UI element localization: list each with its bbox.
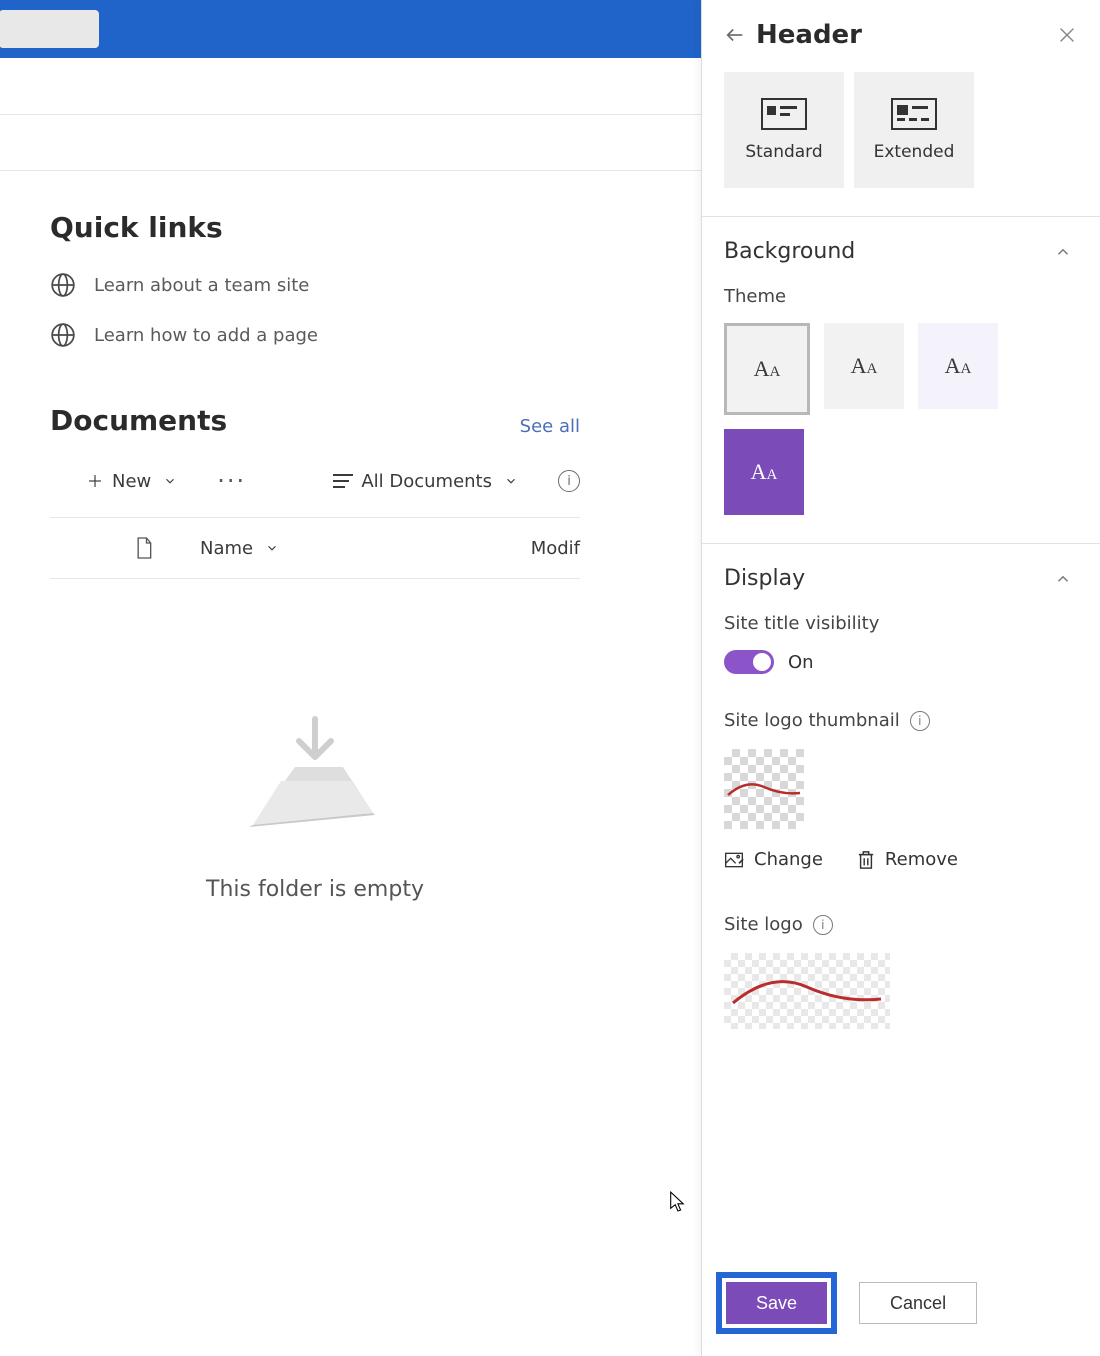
sitelogo-label: Site logo xyxy=(724,914,803,935)
section-title: Background xyxy=(724,239,855,264)
section-title: Display xyxy=(724,566,805,591)
chevron-down-icon xyxy=(163,474,177,488)
chevron-down-icon xyxy=(265,541,279,555)
save-button[interactable]: Save xyxy=(726,1282,827,1324)
layout-label: Extended xyxy=(874,142,955,162)
info-icon[interactable]: i xyxy=(813,915,833,935)
quicklink-label: Learn about a team site xyxy=(94,275,309,296)
column-name[interactable]: Name xyxy=(200,538,279,559)
column-modified[interactable]: Modif xyxy=(531,538,580,559)
more-actions-button[interactable]: ··· xyxy=(217,467,246,495)
quicklink-item[interactable]: Learn about a team site xyxy=(50,272,580,298)
change-label: Change xyxy=(754,849,823,870)
image-edit-icon xyxy=(724,851,744,869)
globe-icon xyxy=(50,322,76,348)
visibility-label: Site title visibility xyxy=(724,613,1078,634)
quicklink-item[interactable]: Learn how to add a page xyxy=(50,322,580,348)
back-arrow-icon[interactable] xyxy=(724,24,746,46)
chevron-up-icon xyxy=(1054,570,1072,588)
layout-extended[interactable]: Extended xyxy=(854,72,974,188)
trash-icon xyxy=(857,850,875,870)
visibility-toggle[interactable] xyxy=(724,650,774,674)
new-button[interactable]: New xyxy=(86,471,177,492)
empty-text: This folder is empty xyxy=(206,877,424,902)
layout-standard[interactable]: Standard xyxy=(724,72,844,188)
remove-logo-button[interactable]: Remove xyxy=(857,849,958,870)
table-header-row: Name Modif xyxy=(50,518,580,579)
section-background[interactable]: Background xyxy=(702,217,1100,270)
settings-panel: Header Standard Extended Background Them… xyxy=(701,0,1100,1356)
list-icon xyxy=(333,474,353,488)
search-input[interactable] xyxy=(0,10,99,48)
plus-icon xyxy=(86,472,104,490)
theme-option-4[interactable]: AA xyxy=(724,429,804,515)
visibility-value: On xyxy=(788,652,814,673)
change-logo-button[interactable]: Change xyxy=(724,849,823,870)
quicklink-label: Learn how to add a page xyxy=(94,325,318,346)
layout-label: Standard xyxy=(745,142,822,162)
cursor-pointer-icon xyxy=(668,1190,686,1218)
empty-state: This folder is empty xyxy=(50,709,580,902)
save-highlight: Save xyxy=(716,1272,837,1334)
site-logo-preview xyxy=(724,953,890,1029)
info-icon[interactable]: i xyxy=(910,711,930,731)
panel-title: Header xyxy=(756,20,1046,50)
new-label: New xyxy=(112,471,151,492)
empty-folder-icon xyxy=(235,709,395,849)
file-icon xyxy=(134,536,154,560)
logo-thumbnail xyxy=(724,749,804,829)
documents-heading: Documents xyxy=(50,404,227,437)
thumb-label: Site logo thumbnail xyxy=(724,710,900,731)
close-icon[interactable] xyxy=(1056,24,1078,46)
theme-option-1[interactable]: AA xyxy=(724,323,810,415)
section-display[interactable]: Display xyxy=(702,544,1100,597)
theme-option-2[interactable]: AA xyxy=(824,323,904,409)
info-icon[interactable]: i xyxy=(558,470,580,492)
theme-option-3[interactable]: AA xyxy=(918,323,998,409)
see-all-link[interactable]: See all xyxy=(520,416,580,437)
view-selector[interactable]: All Documents xyxy=(333,471,518,492)
layout-standard-icon xyxy=(761,98,807,130)
globe-icon xyxy=(50,272,76,298)
remove-label: Remove xyxy=(885,849,958,870)
layout-extended-icon xyxy=(891,98,937,130)
view-label: All Documents xyxy=(361,471,492,492)
chevron-down-icon xyxy=(504,474,518,488)
cancel-button[interactable]: Cancel xyxy=(859,1282,977,1324)
quicklinks-heading: Quick links xyxy=(50,211,580,244)
chevron-up-icon xyxy=(1054,243,1072,261)
theme-label: Theme xyxy=(724,286,1078,307)
